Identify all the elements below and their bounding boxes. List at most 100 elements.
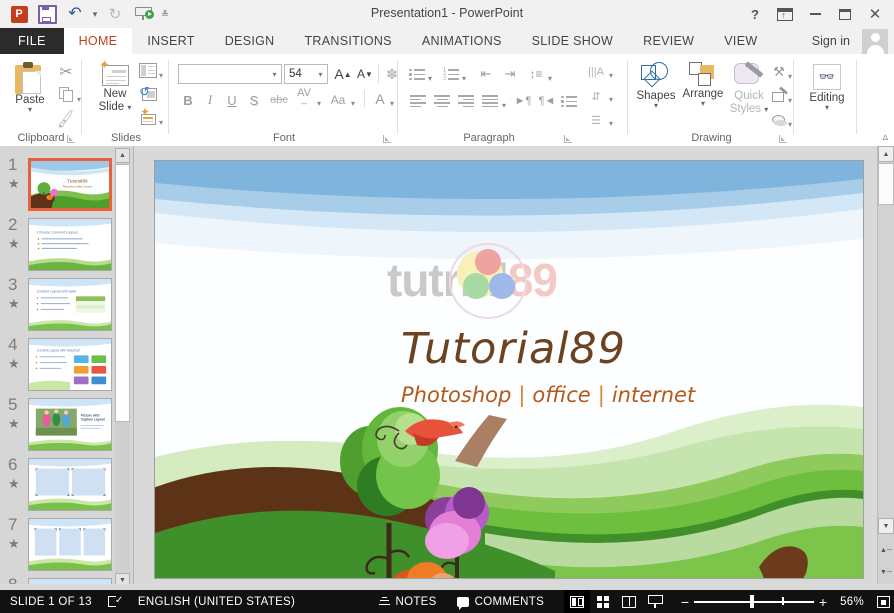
thumbnail-slide-2[interactable]: 2 ★ Choose Content Layout xyxy=(0,215,120,278)
align-text-button[interactable]: ¶◄ xyxy=(536,92,558,110)
strikethrough-button[interactable]: abc xyxy=(266,90,292,110)
shape-effects-button[interactable] xyxy=(769,111,789,129)
align-text-extra-button[interactable]: ⇵ xyxy=(584,86,608,106)
text-direction-extra-button[interactable]: |||A xyxy=(584,62,608,82)
columns-button[interactable] xyxy=(559,92,579,110)
scrollbar-thumb[interactable] xyxy=(878,163,894,205)
shape-outline-button[interactable] xyxy=(769,85,789,105)
current-slide[interactable]: tutrial89 Tutorial89 Photoshop|office|in… xyxy=(154,160,864,579)
line-spacing-dropdown-icon[interactable]: ▾ xyxy=(547,70,552,84)
numbering-dropdown-icon[interactable]: ▾ xyxy=(461,70,466,84)
language-status[interactable]: ENGLISH (UNITED STATES) xyxy=(128,590,305,613)
text-shadow-button[interactable]: S xyxy=(244,90,264,110)
font-size-dropdown-icon[interactable]: ▾ xyxy=(314,70,327,79)
text-direction-extra-dropdown-icon[interactable]: ▾ xyxy=(608,67,613,81)
character-spacing-button[interactable]: AV ↔ xyxy=(292,87,316,109)
text-direction-button[interactable]: ►¶ xyxy=(512,92,534,110)
change-case-button[interactable]: Aa xyxy=(326,90,350,110)
slide-vertical-scrollbar[interactable]: ▲ ▼ ▲─ ▼─ xyxy=(877,146,894,590)
align-text-extra-dropdown-icon[interactable]: ▾ xyxy=(608,91,613,105)
section-dropdown-icon[interactable]: ▾ xyxy=(158,114,163,128)
shapes-dropdown-icon[interactable]: ▾ xyxy=(654,102,658,110)
tab-file[interactable]: FILE xyxy=(0,28,64,54)
spell-check-icon[interactable]: ✓ xyxy=(102,590,128,613)
clipboard-dialog-launcher[interactable] xyxy=(67,134,76,143)
thumbnail-scroll-up-icon[interactable]: ▲ xyxy=(115,148,130,163)
thumbnail-slide-3[interactable]: 3 ★ Content Layout with table xyxy=(0,275,120,338)
thumbnail-image[interactable]: Picture with Caption Layout xyxy=(28,398,112,451)
shape-effects-dropdown-icon[interactable]: ▾ xyxy=(787,116,792,130)
convert-to-smartart-dropdown-icon[interactable]: ▾ xyxy=(608,115,613,129)
bullets-dropdown-icon[interactable]: ▾ xyxy=(427,70,432,84)
editing-dropdown-icon[interactable]: ▾ xyxy=(825,104,829,112)
format-painter-button[interactable]: 🖌 xyxy=(55,109,77,129)
ribbon-display-options-icon[interactable] xyxy=(770,3,800,25)
decrease-list-level-button[interactable]: ⇤ xyxy=(475,65,497,83)
layout-button[interactable] xyxy=(139,63,157,78)
font-color-dropdown-icon[interactable]: ▾ xyxy=(389,95,394,109)
tab-slide-show[interactable]: SLIDE SHOW xyxy=(517,28,629,54)
normal-view-button[interactable] xyxy=(564,590,591,613)
cut-button[interactable]: ✂ xyxy=(55,62,77,82)
paragraph-dialog-launcher[interactable] xyxy=(564,134,573,143)
decrease-font-size-button[interactable]: A ▼ xyxy=(355,64,375,84)
center-button[interactable] xyxy=(431,92,453,110)
shape-fill-button[interactable]: ⚒ xyxy=(769,63,789,81)
font-color-button[interactable]: A xyxy=(370,88,390,110)
avatar[interactable] xyxy=(862,29,888,54)
tab-review[interactable]: REVIEW xyxy=(628,28,709,54)
thumbnail-image[interactable]: Choose Content Layout xyxy=(28,218,112,271)
thumbnail-image[interactable] xyxy=(28,518,112,571)
next-slide-icon[interactable]: ▼─ xyxy=(878,564,894,580)
collapse-ribbon-button[interactable]: ▵ xyxy=(882,130,888,143)
numbering-button[interactable]: 1 2 3 xyxy=(441,65,461,83)
convert-to-smartart-button[interactable]: ☰ xyxy=(584,110,608,130)
bullets-button[interactable] xyxy=(407,65,427,83)
previous-slide-icon[interactable]: ▲─ xyxy=(878,542,894,558)
scroll-down-icon[interactable]: ▼ xyxy=(878,518,894,534)
font-dialog-launcher[interactable] xyxy=(383,134,392,143)
slide-subtitle[interactable]: Photoshop | office | internet xyxy=(401,383,695,407)
close-button[interactable]: ✕ xyxy=(860,3,890,25)
zoom-slider-thumb[interactable] xyxy=(750,595,755,608)
section-button[interactable]: ✦ xyxy=(139,106,157,125)
font-name-combo[interactable]: ▾ xyxy=(178,64,282,84)
italic-button[interactable]: I xyxy=(200,90,220,110)
zoom-in-button[interactable]: + xyxy=(814,594,832,610)
bold-button[interactable]: B xyxy=(178,90,198,110)
underline-button[interactable]: U xyxy=(222,90,242,110)
fit-slide-to-window-button[interactable] xyxy=(872,590,894,613)
slide-title[interactable]: Tutorial89 xyxy=(401,324,626,374)
comments-button[interactable]: COMMENTS xyxy=(447,590,554,613)
thumbnail-slide-1[interactable]: 1 ★ Tutorial89 Photoshop | office | inte… xyxy=(0,155,120,218)
slide-sorter-view-button[interactable] xyxy=(590,590,616,613)
zoom-out-button[interactable]: − xyxy=(676,594,694,610)
slide-counter[interactable]: SLIDE 1 OF 13 xyxy=(0,590,102,613)
font-size-combo[interactable]: 54 ▾ xyxy=(284,64,328,84)
increase-font-size-button[interactable]: A ▲ xyxy=(333,64,353,84)
reading-view-button[interactable] xyxy=(616,590,642,613)
shape-fill-dropdown-icon[interactable]: ▾ xyxy=(787,68,792,82)
thumbnail-image[interactable]: Content Layout with table xyxy=(28,278,112,331)
tab-home[interactable]: HOME xyxy=(63,28,133,54)
quick-styles-button[interactable]: Quick Styles ▾ xyxy=(727,61,771,116)
change-case-dropdown-icon[interactable]: ▾ xyxy=(350,95,355,109)
zoom-level[interactable]: 56% xyxy=(832,590,872,613)
help-icon[interactable]: ? xyxy=(740,3,770,25)
new-slide-button[interactable]: ✦ New Slide ▾ xyxy=(91,58,139,114)
paste-button[interactable]: Paste ▾ xyxy=(6,62,54,114)
minimize-button[interactable] xyxy=(800,3,830,25)
tab-view[interactable]: VIEW xyxy=(709,28,772,54)
align-left-button[interactable] xyxy=(407,92,429,110)
thumbnail-image[interactable] xyxy=(28,458,112,511)
drawing-dialog-launcher[interactable] xyxy=(779,134,788,143)
maximize-restore-button[interactable] xyxy=(830,3,860,25)
increase-list-level-button[interactable]: ⇥ xyxy=(499,65,521,83)
thumbnail-image[interactable]: Tutorial89 Photoshop | office | internet xyxy=(28,158,112,211)
scroll-up-icon[interactable]: ▲ xyxy=(878,146,894,162)
justify-dropdown-icon[interactable]: ▾ xyxy=(501,97,506,111)
tab-animations[interactable]: ANIMATIONS xyxy=(407,28,517,54)
arrange-dropdown-icon[interactable]: ▾ xyxy=(701,100,705,108)
slide-show-view-button[interactable] xyxy=(642,590,668,613)
tab-design[interactable]: DESIGN xyxy=(210,28,290,54)
